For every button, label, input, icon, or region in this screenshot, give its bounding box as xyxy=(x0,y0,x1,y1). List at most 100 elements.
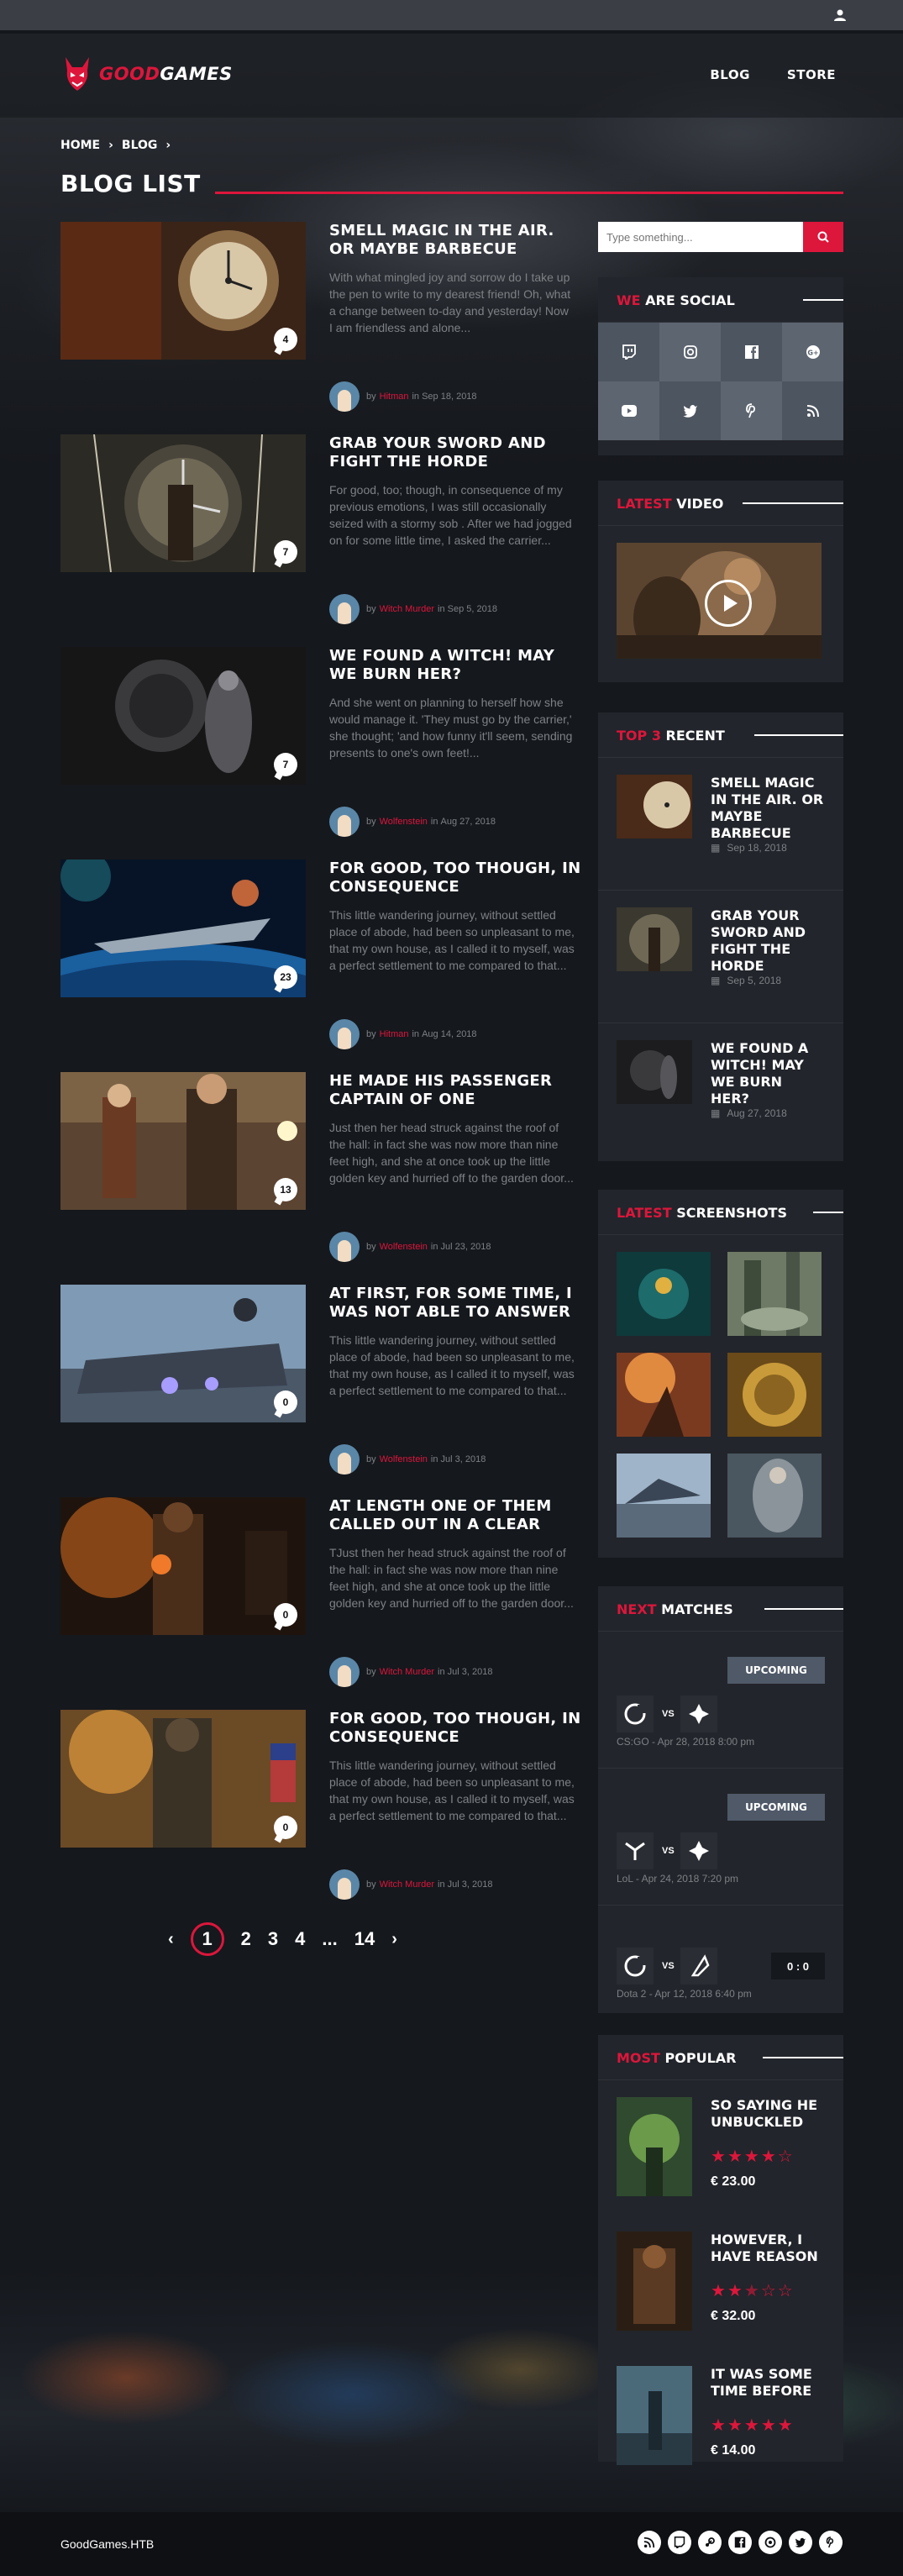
widget-title: LATEST VIDEO xyxy=(598,481,843,526)
breadcrumb-blog[interactable]: BLOG xyxy=(122,139,158,152)
match-item[interactable]: UPCOMING VS LoL - Apr 24, 2018 7:20 pm xyxy=(598,1769,843,1906)
popular-item[interactable]: HOWEVER, I HAVE REASON ★★★☆☆ € 32.00 xyxy=(598,2215,843,2349)
match-item[interactable]: VS 0 : 0 Dota 2 - Apr 12, 2018 6:40 pm xyxy=(598,1906,843,2040)
post-author[interactable]: Wolfenstein xyxy=(380,1242,428,1252)
post-thumbnail[interactable]: 7 xyxy=(60,647,306,785)
user-icon[interactable] xyxy=(833,8,847,22)
logo[interactable]: GOODGAMES xyxy=(60,54,233,94)
rss-icon[interactable] xyxy=(638,2531,661,2554)
post-thumbnail[interactable]: 7 xyxy=(60,434,306,572)
post-author[interactable]: Witch Murder xyxy=(380,1667,434,1677)
screenshot-thumbnail[interactable] xyxy=(617,1353,711,1437)
post-title[interactable]: HE MADE HIS PASSENGER CAPTAIN OF ONE xyxy=(329,1072,581,1109)
dribbble-icon[interactable] xyxy=(759,2531,782,2554)
pinterest-icon[interactable] xyxy=(721,381,782,440)
recent-title[interactable]: GRAB YOUR SWORD AND FIGHT THE HORDE xyxy=(711,907,825,975)
post-author[interactable]: Witch Murder xyxy=(380,604,434,614)
comment-count-badge: 7 xyxy=(274,753,297,776)
popular-item[interactable]: SO SAYING HE UNBUCKLED ★★★★☆ € 23.00 xyxy=(598,2080,843,2215)
search-button[interactable] xyxy=(803,222,843,252)
upcoming-button[interactable]: UPCOMING xyxy=(727,1657,825,1684)
nav-store[interactable]: STORE xyxy=(787,67,836,82)
product-thumbnail[interactable] xyxy=(617,2232,692,2331)
facebook-icon[interactable] xyxy=(721,323,782,381)
youtube-icon[interactable] xyxy=(598,381,659,440)
popular-item[interactable]: IT WAS SOME TIME BEFORE ★★★★★ € 14.00 xyxy=(598,2349,843,2484)
nav-blog[interactable]: BLOG xyxy=(710,67,750,82)
screenshot-thumbnail[interactable] xyxy=(617,1454,711,1538)
post-thumbnail[interactable]: 0 xyxy=(60,1497,306,1635)
product-title[interactable]: SO SAYING HE UNBUCKLED xyxy=(711,2097,825,2131)
twitch-icon[interactable] xyxy=(668,2531,691,2554)
post-title[interactable]: AT FIRST, FOR SOME TIME, I WAS NOT ABLE … xyxy=(329,1285,581,1322)
page-title: BLOG LIST xyxy=(60,170,201,197)
match-item[interactable]: UPCOMING VS CS:GO - Apr 28, 2018 8:00 pm xyxy=(598,1632,843,1769)
post-title[interactable]: AT LENGTH ONE OF THEM CALLED OUT IN A CL… xyxy=(329,1497,581,1534)
avatar xyxy=(329,1232,360,1262)
recent-thumbnail[interactable] xyxy=(617,907,692,971)
recent-date: ▦ Aug 27, 2018 xyxy=(711,1107,787,1119)
post-author[interactable]: Wolfenstein xyxy=(380,817,428,827)
post-thumbnail[interactable]: 23 xyxy=(60,860,306,997)
star-full-icon: ★ xyxy=(727,2148,744,2166)
star-full-icon: ★ xyxy=(711,2416,727,2435)
match-info: LoL - Apr 24, 2018 7:20 pm xyxy=(617,1873,738,1885)
page-link[interactable]: 2 xyxy=(241,1928,251,1950)
post-meta: by Witch Murder in Jul 3, 2018 xyxy=(329,1869,492,1900)
page-link-current[interactable]: 1 xyxy=(190,1922,224,1956)
product-thumbnail[interactable] xyxy=(617,2097,692,2196)
post-title[interactable]: FOR GOOD, TOO THOUGH, IN CONSEQUENCE xyxy=(329,860,581,896)
post-thumbnail[interactable]: 0 xyxy=(60,1285,306,1422)
google-plus-icon[interactable]: G+ xyxy=(782,323,843,381)
recent-post[interactable]: SMELL MAGIC IN THE AIR. OR MAYBE BARBECU… xyxy=(598,758,843,891)
match-info: CS:GO - Apr 28, 2018 8:00 pm xyxy=(617,1736,755,1748)
post-thumbnail[interactable]: 4 xyxy=(60,222,306,360)
search-input[interactable] xyxy=(598,222,803,252)
post-author[interactable]: Witch Murder xyxy=(380,1879,434,1890)
widget-title: TOP 3 RECENT xyxy=(598,712,843,758)
video-thumbnail[interactable] xyxy=(617,543,822,659)
post-title[interactable]: FOR GOOD, TOO THOUGH, IN CONSEQUENCE xyxy=(329,1710,581,1747)
recent-post[interactable]: GRAB YOUR SWORD AND FIGHT THE HORDE ▦ Sep… xyxy=(598,891,843,1023)
rss-icon[interactable] xyxy=(782,381,843,440)
post-author[interactable]: Hitman xyxy=(380,392,409,402)
logo-games: GAMES xyxy=(160,64,233,84)
recent-title[interactable]: WE FOUND A WITCH! MAY WE BURN HER? xyxy=(711,1040,825,1107)
post-title[interactable]: GRAB YOUR SWORD AND FIGHT THE HORDE xyxy=(329,434,581,471)
recent-title[interactable]: SMELL MAGIC IN THE AIR. OR MAYBE BARBECU… xyxy=(711,775,825,842)
chevron-left-icon[interactable]: ‹ xyxy=(168,1930,174,1949)
pinterest-icon[interactable] xyxy=(819,2531,843,2554)
facebook-icon[interactable] xyxy=(728,2531,752,2554)
product-title[interactable]: IT WAS SOME TIME BEFORE xyxy=(711,2366,825,2400)
twitter-icon[interactable] xyxy=(789,2531,812,2554)
chevron-right-icon[interactable]: › xyxy=(391,1930,397,1949)
twitch-icon[interactable] xyxy=(598,323,659,381)
page-link[interactable]: 4 xyxy=(295,1928,305,1950)
star-full-icon: ★ xyxy=(777,2416,795,2435)
post-title[interactable]: SMELL MAGIC IN THE AIR. OR MAYBE BARBECU… xyxy=(329,222,581,259)
post-author[interactable]: Wolfenstein xyxy=(380,1454,428,1464)
pagination: ‹ 1 2 3 4 ... 14 › xyxy=(168,1922,397,1956)
twitter-icon[interactable] xyxy=(659,381,721,440)
screenshot-thumbnail[interactable] xyxy=(727,1353,822,1437)
play-icon[interactable] xyxy=(705,580,752,627)
recent-thumbnail[interactable] xyxy=(617,1040,692,1104)
steam-icon[interactable] xyxy=(698,2531,722,2554)
post-thumbnail[interactable]: 0 xyxy=(60,1710,306,1848)
product-thumbnail[interactable] xyxy=(617,2366,692,2465)
screenshot-thumbnail[interactable] xyxy=(727,1252,822,1336)
page-link[interactable]: 3 xyxy=(268,1928,278,1950)
post-title[interactable]: WE FOUND A WITCH! MAY WE BURN HER? xyxy=(329,647,581,684)
product-title[interactable]: HOWEVER, I HAVE REASON xyxy=(711,2232,825,2265)
instagram-icon[interactable] xyxy=(659,323,721,381)
recent-thumbnail[interactable] xyxy=(617,775,692,839)
upcoming-button[interactable]: UPCOMING xyxy=(727,1794,825,1821)
post-thumbnail[interactable]: 13 xyxy=(60,1072,306,1210)
recent-post[interactable]: WE FOUND A WITCH! MAY WE BURN HER? ▦ Aug … xyxy=(598,1023,843,1156)
screenshot-thumbnail[interactable] xyxy=(617,1252,711,1336)
page-link[interactable]: 14 xyxy=(354,1928,375,1950)
screenshot-thumbnail[interactable] xyxy=(727,1454,822,1538)
breadcrumb-home[interactable]: HOME xyxy=(60,139,100,152)
widget-title: LATEST SCREENSHOTS xyxy=(598,1190,843,1235)
post-author[interactable]: Hitman xyxy=(380,1029,409,1039)
